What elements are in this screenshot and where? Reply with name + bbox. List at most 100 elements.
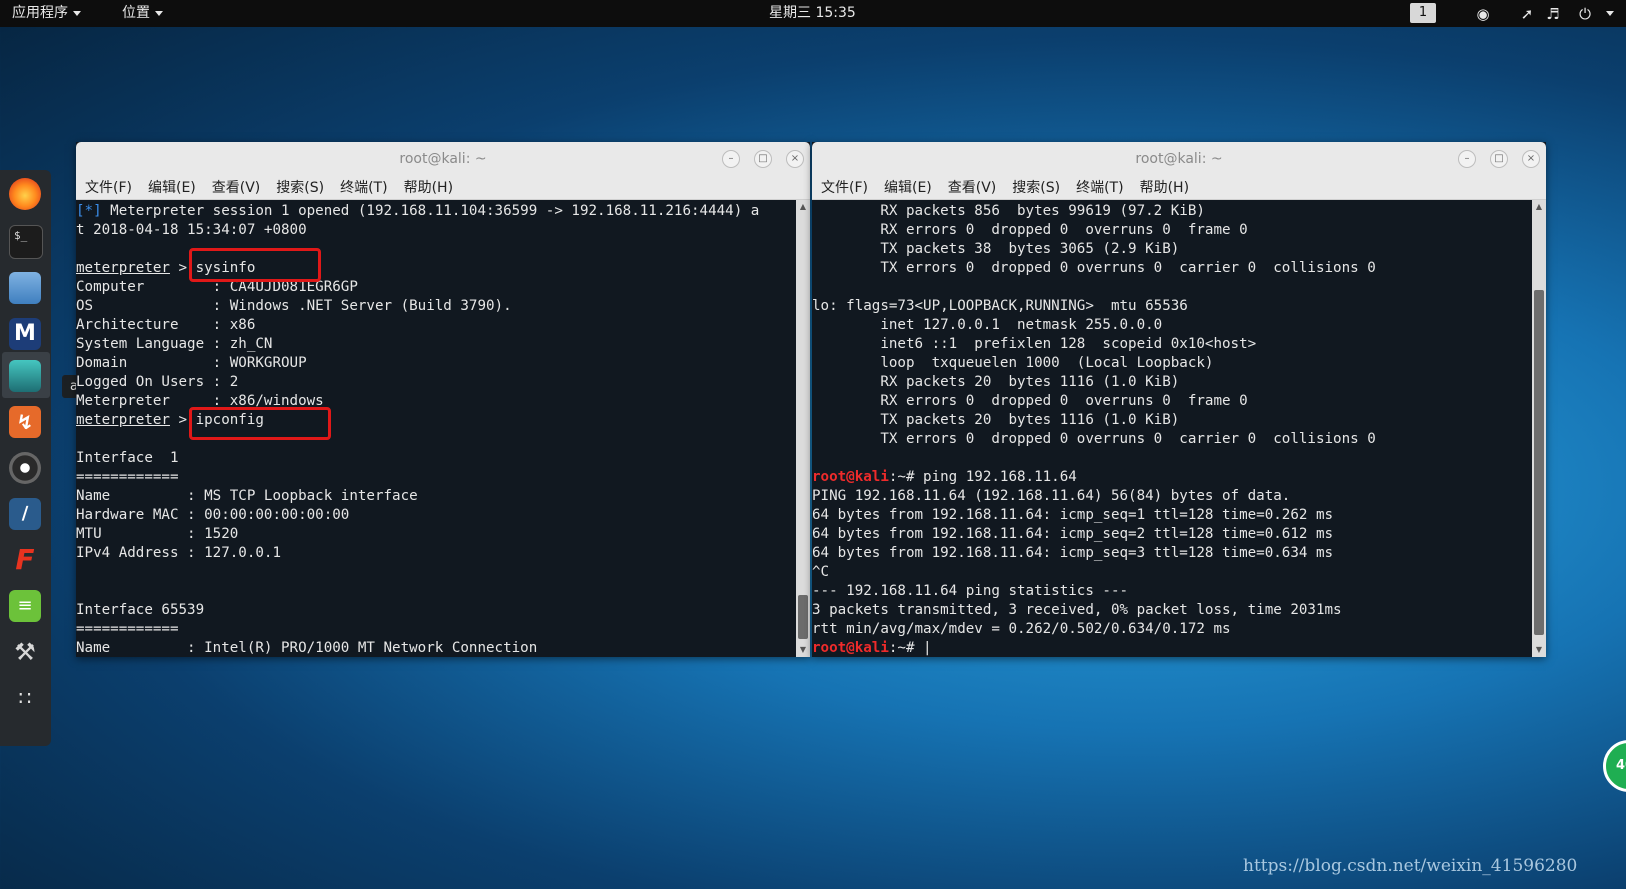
workspace-indicator[interactable]: 1: [1410, 3, 1436, 23]
power-icon[interactable]: ⏻: [1576, 5, 1594, 23]
terminal-line: Domain : WORKGROUP: [76, 355, 307, 371]
menu-edit[interactable]: 编辑(E): [884, 176, 932, 200]
terminal-line: rtt min/avg/max/mdev = 0.262/0.502/0.634…: [812, 621, 1231, 637]
scrollbar[interactable]: ▲ ▼: [1532, 200, 1546, 657]
window-title: root@kali: ~: [1135, 151, 1223, 167]
clock[interactable]: 星期三 15:35: [769, 0, 856, 27]
close-icon[interactable]: ×: [1522, 150, 1540, 168]
places-label: 位置: [122, 5, 150, 21]
status-badge[interactable]: 40: [1603, 740, 1626, 792]
terminal-line: 3 packets transmitted, 3 received, 0% pa…: [812, 602, 1342, 618]
terminal-line: TX packets 38 bytes 3065 (2.9 KiB): [812, 241, 1180, 257]
maximize-icon[interactable]: □: [1490, 150, 1508, 168]
terminal-line: MTU : 1520: [76, 526, 239, 542]
network-icon[interactable]: ➚: [1518, 5, 1536, 23]
files-icon[interactable]: [9, 272, 41, 304]
minimize-icon[interactable]: –: [1458, 150, 1476, 168]
applications-menu[interactable]: 应用程序: [12, 0, 81, 27]
terminal-line: ============: [76, 469, 179, 485]
menu-view[interactable]: 查看(V): [212, 176, 261, 200]
close-icon[interactable]: ×: [786, 150, 804, 168]
menu-edit[interactable]: 编辑(E): [148, 176, 196, 200]
scroll-down-icon[interactable]: ▼: [798, 645, 808, 655]
terminal-output[interactable]: [*] Meterpreter session 1 opened (192.16…: [76, 200, 796, 657]
scroll-thumb[interactable]: [1534, 290, 1544, 635]
menu-search[interactable]: 搜索(S): [1012, 176, 1060, 200]
chevron-down-icon: [73, 10, 81, 16]
terminal-line: Meterpreter : x86/windows: [76, 393, 324, 409]
terminal-line: 64 bytes from 192.168.11.64: icmp_seq=3 …: [812, 545, 1334, 561]
scroll-down-icon[interactable]: ▼: [1534, 645, 1544, 655]
chevron-down-icon: [155, 10, 163, 16]
firefox-icon[interactable]: [9, 178, 41, 210]
menu-search[interactable]: 搜索(S): [276, 176, 324, 200]
app-grid-icon[interactable]: ∷: [9, 682, 41, 714]
terminal-line: RX packets 20 bytes 1116 (1.0 KiB): [812, 374, 1180, 390]
terminal-line: Architecture : x86: [76, 317, 256, 333]
terminal-line: Interface 1: [76, 450, 179, 466]
faraday-icon[interactable]: F: [9, 544, 41, 576]
chevron-down-icon[interactable]: [1606, 11, 1614, 16]
watermark: https://blog.csdn.net/weixin_41596280: [1243, 856, 1578, 876]
camera-icon[interactable]: ◉: [1474, 5, 1492, 23]
volume-icon[interactable]: ♬: [1544, 5, 1562, 23]
text-cursor: |: [923, 640, 932, 656]
window-title: root@kali: ~: [399, 151, 487, 167]
terminal-line: inet6 ::1 prefixlen 128 scopeid 0x10<hos…: [812, 336, 1257, 352]
terminal-line: loop txqueuelen 1000 (Local Loopback): [812, 355, 1214, 371]
scroll-up-icon[interactable]: ▲: [798, 202, 808, 212]
left-terminal-window[interactable]: root@kali: ~ – □ × 文件(F) 编辑(E) 查看(V) 搜索(S) 终…: [76, 142, 810, 657]
terminal-line: ============: [76, 621, 179, 637]
menu-terminal[interactable]: 终端(T): [1076, 176, 1123, 200]
terminal-line: Hardware MAC : 00:00:00:00:00:00: [76, 507, 350, 523]
terminal-output[interactable]: RX packets 856 bytes 99619 (97.2 KiB) RX…: [812, 200, 1532, 657]
minimize-icon[interactable]: –: [722, 150, 740, 168]
terminal-line: meterpreter > sysinfo: [76, 260, 256, 276]
scroll-thumb[interactable]: [798, 595, 808, 639]
terminal-icon[interactable]: $_: [9, 225, 43, 259]
terminal-line: root@kali:~# |: [812, 640, 932, 656]
scroll-up-icon[interactable]: ▲: [1534, 202, 1544, 212]
maltego-icon[interactable]: [9, 452, 41, 484]
menu-help[interactable]: 帮助(H): [404, 176, 453, 200]
terminal-line: [*] Meterpreter session 1 opened (192.16…: [76, 203, 760, 219]
right-terminal-window[interactable]: root@kali: ~ – □ × 文件(F) 编辑(E) 查看(V) 搜索(S) 终…: [812, 142, 1546, 657]
armitage-icon[interactable]: [9, 360, 41, 392]
maximize-icon[interactable]: □: [754, 150, 772, 168]
metasploit-icon[interactable]: M: [9, 318, 41, 350]
menu-view[interactable]: 查看(V): [948, 176, 997, 200]
burpsuite-icon[interactable]: ↯: [9, 406, 41, 438]
menu-help[interactable]: 帮助(H): [1140, 176, 1189, 200]
terminal-line: Name : MS TCP Loopback interface: [76, 488, 418, 504]
right-menubar: 文件(F) 编辑(E) 查看(V) 搜索(S) 终端(T) 帮助(H): [812, 176, 1546, 200]
top-bar: 应用程序 位置 星期三 15:35 1 ◉ ➚ ♬ ⏻: [0, 0, 1626, 27]
highlight-box-sysinfo: [189, 248, 321, 282]
right-titlebar[interactable]: root@kali: ~ – □ ×: [812, 142, 1546, 176]
left-menubar: 文件(F) 编辑(E) 查看(V) 搜索(S) 终端(T) 帮助(H): [76, 176, 810, 200]
left-titlebar[interactable]: root@kali: ~ – □ ×: [76, 142, 810, 176]
terminal-line: meterpreter > ipconfig: [76, 412, 264, 428]
terminal-line: Name : Intel(R) PRO/1000 MT Network Conn…: [76, 640, 538, 656]
dock: $_ M ↯ ∕ F ≡ ⚒ ∷: [0, 170, 51, 746]
tools-icon[interactable]: ⚒: [9, 636, 41, 668]
terminal-line: Logged On Users : 2: [76, 374, 239, 390]
terminal-line: TX errors 0 dropped 0 overruns 0 carrier…: [812, 260, 1376, 276]
scrollbar[interactable]: ▲ ▼: [796, 200, 810, 657]
terminal-line: OS : Windows .NET Server (Build 3790).: [76, 298, 512, 314]
zaproxy-icon[interactable]: ∕: [9, 498, 41, 530]
terminal-line: inet 127.0.0.1 netmask 255.0.0.0: [812, 317, 1163, 333]
menu-terminal[interactable]: 终端(T): [340, 176, 387, 200]
places-menu[interactable]: 位置: [122, 0, 163, 27]
terminal-line: RX errors 0 dropped 0 overruns 0 frame 0: [812, 393, 1248, 409]
menu-file[interactable]: 文件(F): [821, 176, 868, 200]
terminal-line: TX packets 20 bytes 1116 (1.0 KiB): [812, 412, 1180, 428]
terminal-line: --- 192.168.11.64 ping statistics ---: [812, 583, 1129, 599]
highlight-box-ipconfig: [189, 407, 331, 440]
terminal-line: RX errors 0 dropped 0 overruns 0 frame 0: [812, 222, 1248, 238]
terminal-line: ^C: [812, 564, 830, 580]
menu-file[interactable]: 文件(F): [85, 176, 132, 200]
leafpad-icon[interactable]: ≡: [9, 590, 41, 622]
